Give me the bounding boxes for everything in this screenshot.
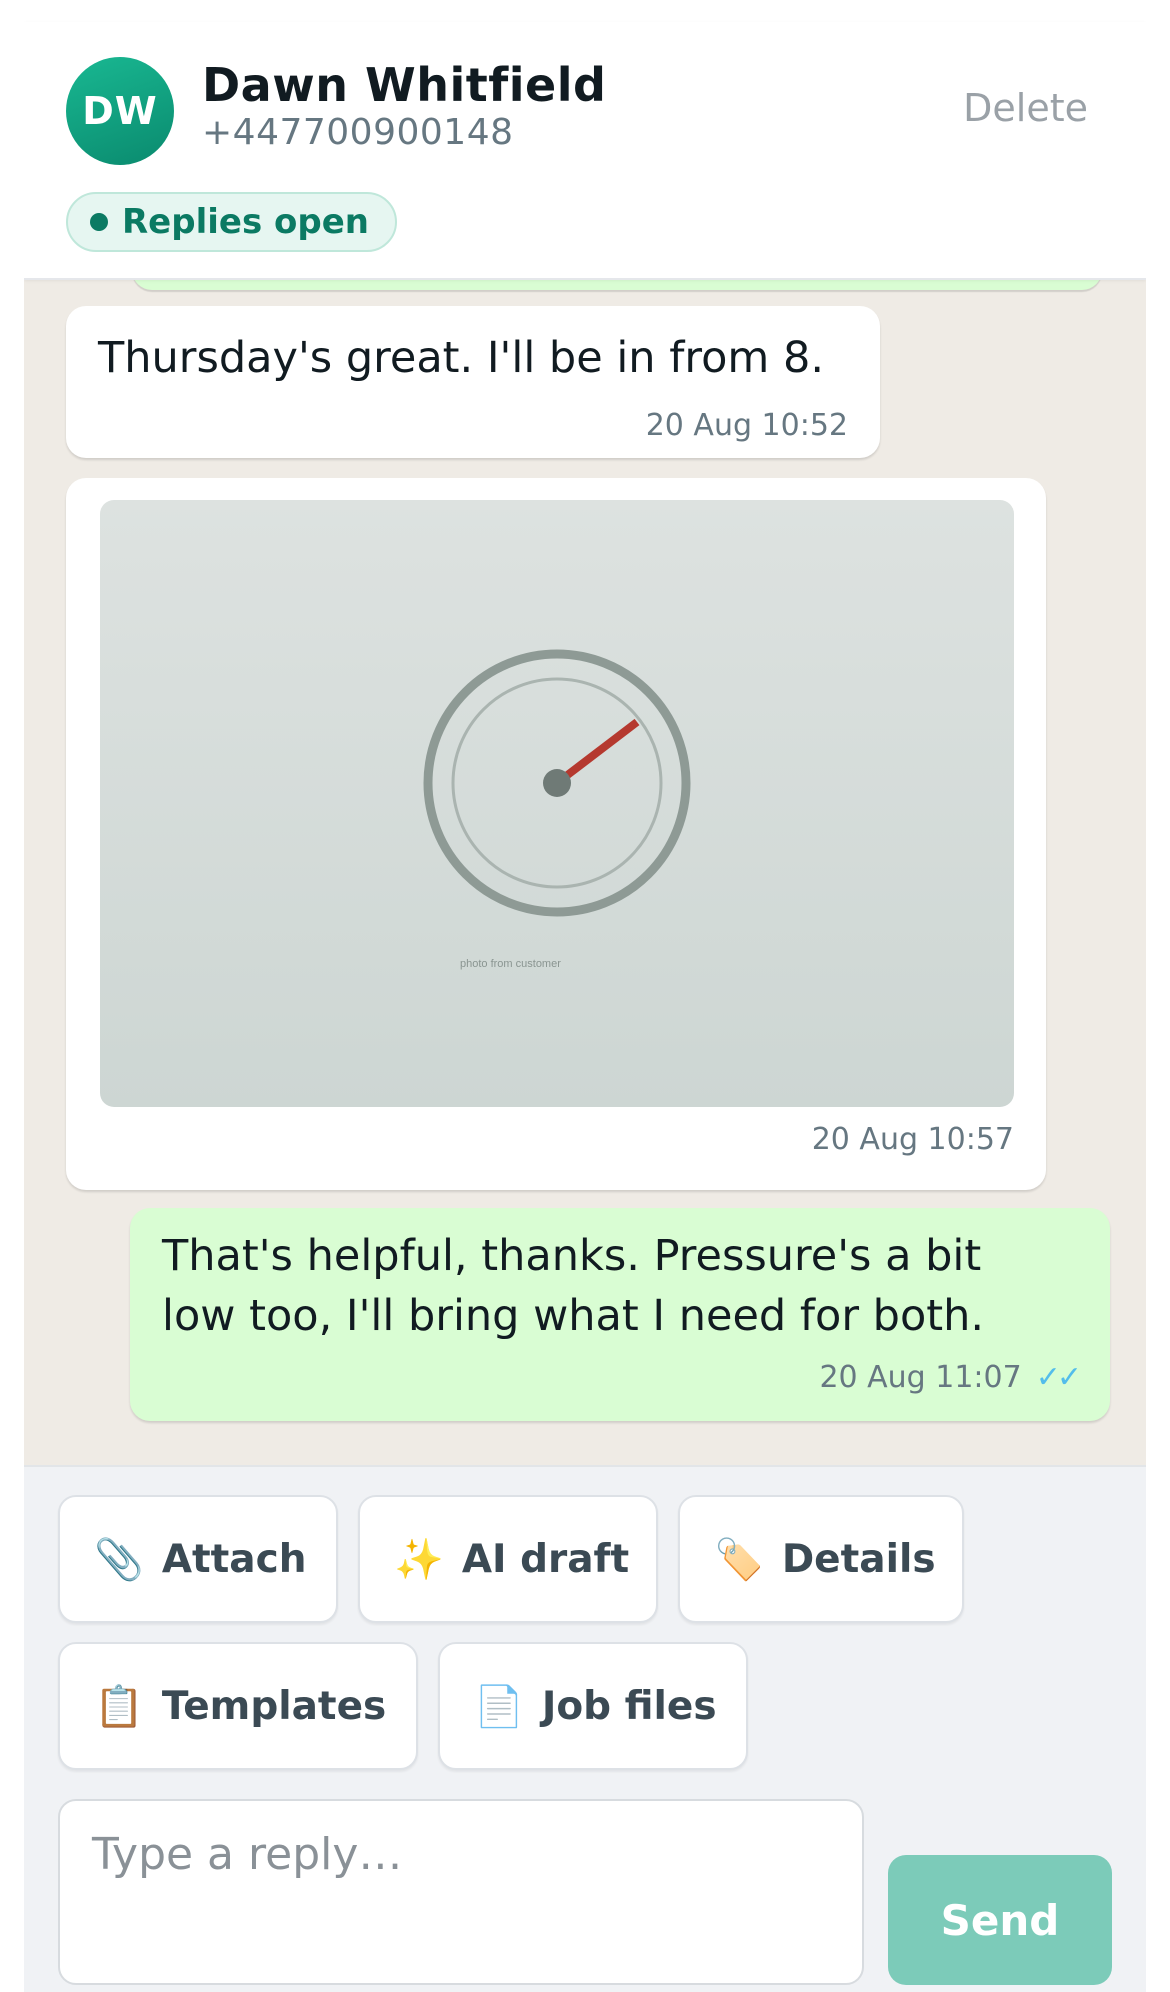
reply-input[interactable]	[58, 1799, 864, 1985]
message-text: Thursday's great. I'll be in from 8.	[98, 333, 824, 383]
contact-phone: +447700900148	[202, 112, 514, 153]
job-files-label: Job files	[541, 1683, 717, 1729]
document-icon: 📄	[474, 1683, 524, 1730]
message-bubble-partial	[132, 280, 1102, 290]
clipboard-icon: 📋	[94, 1683, 144, 1730]
attach-button[interactable]: 📎 Attach	[58, 1495, 338, 1623]
composer: 📎 Attach ✨ AI draft 🏷️ Details 📋 Templat…	[24, 1465, 1146, 1992]
paperclip-icon: 📎	[94, 1536, 144, 1583]
tag-icon: 🏷️	[714, 1536, 764, 1583]
photo-caption: photo from customer	[460, 958, 561, 970]
message-text: That's helpful, thanks. Pressure's a bit…	[162, 1231, 985, 1341]
message-bubble-outgoing: That's helpful, thanks. Pressure's a bit…	[130, 1208, 1110, 1421]
message-list[interactable]: Thursday's great. I'll be in from 8. 20 …	[24, 280, 1146, 1465]
ai-draft-label: AI draft	[461, 1536, 630, 1582]
message-timestamp: 20 Aug 11:07	[819, 1360, 1022, 1395]
pressure-gauge-image	[423, 649, 691, 917]
message-timestamp: 20 Aug 10:57	[811, 1122, 1014, 1157]
status-dot-icon	[90, 213, 108, 231]
message-timestamp: 20 Aug 10:52	[645, 408, 848, 443]
message-bubble-image: photo from customer 20 Aug 10:57	[66, 478, 1046, 1190]
templates-button[interactable]: 📋 Templates	[58, 1642, 418, 1770]
message-meta: 20 Aug 11:07 ✓✓	[819, 1360, 1082, 1395]
job-files-button[interactable]: 📄 Job files	[438, 1642, 748, 1770]
details-label: Details	[781, 1536, 936, 1582]
status-badge: Replies open	[66, 192, 397, 252]
templates-label: Templates	[161, 1683, 387, 1729]
avatar: DW	[66, 57, 174, 165]
contact-name: Dawn Whitfield	[202, 58, 607, 112]
send-button[interactable]: Send	[888, 1855, 1112, 1985]
message-photo[interactable]: photo from customer	[100, 500, 1014, 1107]
delete-button[interactable]: Delete	[963, 86, 1088, 130]
details-button[interactable]: 🏷️ Details	[678, 1495, 964, 1623]
sparkles-icon: ✨	[394, 1536, 444, 1583]
status-label: Replies open	[122, 202, 369, 242]
read-receipt-icon: ✓✓	[1035, 1360, 1082, 1395]
conversation-header: DW Dawn Whitfield +447700900148 Delete R…	[24, 22, 1146, 280]
message-bubble-incoming: Thursday's great. I'll be in from 8. 20 …	[66, 306, 880, 458]
attach-label: Attach	[161, 1536, 307, 1582]
ai-draft-button[interactable]: ✨ AI draft	[358, 1495, 658, 1623]
conversation-panel: DW Dawn Whitfield +447700900148 Delete R…	[24, 0, 1146, 1992]
